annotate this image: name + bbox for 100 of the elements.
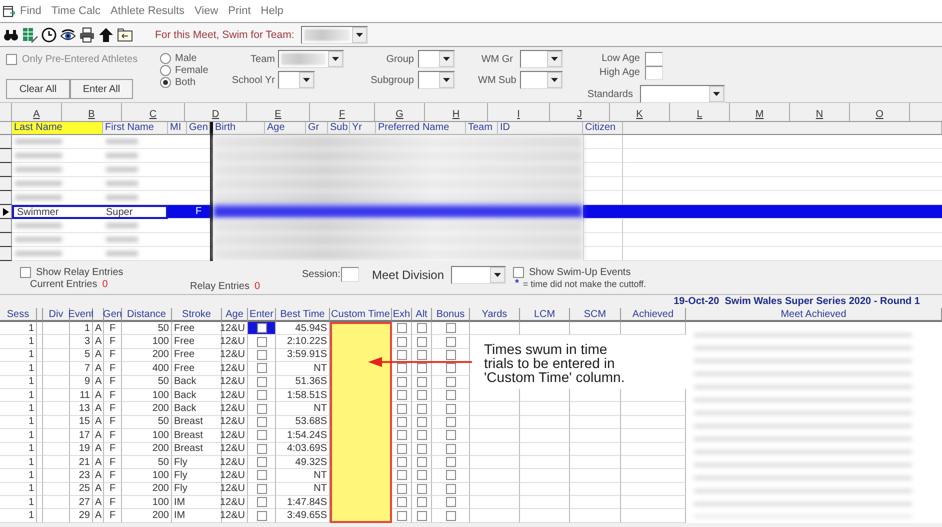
column-header[interactable]: Citizen [583,122,623,135]
checkbox[interactable] [256,457,266,468]
column-letter[interactable]: H [452,109,460,120]
row-selector[interactable] [0,233,12,247]
checkbox[interactable] [256,323,266,334]
menu-item[interactable]: Print [223,5,256,17]
standards-dropdown[interactable] [640,85,725,103]
checkbox[interactable] [416,497,426,508]
checkbox[interactable] [446,416,456,427]
wm-subgroup-dropdown[interactable] [520,71,563,89]
meet-division-dropdown[interactable] [451,266,506,284]
checkbox[interactable] [446,376,456,387]
checkbox[interactable] [396,363,406,374]
column-header[interactable]: Preferred Name [376,122,466,135]
checkbox[interactable] [446,404,456,414]
column-letter[interactable]: G [396,109,404,120]
checkbox[interactable] [256,390,266,400]
column-header[interactable]: Birth [213,122,265,135]
radio-button[interactable] [160,76,171,88]
column-letter[interactable]: A [33,109,40,120]
low-age-field[interactable] [645,52,663,66]
checkbox[interactable] [446,350,456,360]
checkbox[interactable] [396,323,406,334]
checkbox[interactable] [256,484,266,494]
checkbox[interactable] [396,416,406,427]
checkbox[interactable] [256,363,266,374]
checkbox[interactable] [6,54,17,65]
checkbox[interactable] [416,416,426,427]
group-dropdown[interactable] [418,50,455,68]
column-header[interactable]: Last Name [12,122,103,135]
checkbox[interactable] [256,510,266,521]
checkbox[interactable] [446,497,456,508]
checkbox[interactable] [396,336,406,347]
checkbox[interactable] [416,336,426,347]
radio-button[interactable] [160,52,171,64]
radio-button[interactable] [160,64,171,76]
checkbox[interactable] [256,430,266,440]
checkbox[interactable] [256,336,266,347]
checkbox[interactable] [513,267,524,278]
checkbox[interactable] [416,350,426,360]
checkbox[interactable] [446,336,456,347]
column-header[interactable]: Stroke [172,308,222,322]
checkbox[interactable] [446,430,456,440]
team-dropdown[interactable] [301,26,368,44]
column-header[interactable]: Custom Time [330,308,392,322]
folder-icon[interactable] [117,26,133,42]
checkbox[interactable] [446,323,456,334]
menu-item[interactable]: View [190,5,224,17]
checkbox[interactable] [396,457,406,468]
school-year-dropdown[interactable] [278,71,315,89]
checkbox[interactable] [256,497,266,508]
checkbox[interactable] [416,457,426,468]
checkbox[interactable] [256,350,266,360]
column-header[interactable]: Best Time [276,308,330,322]
column-letter[interactable]: B [88,109,95,120]
column-header[interactable]: Meet Achieved [686,308,942,322]
checkbox[interactable] [396,390,406,400]
row-selector[interactable] [0,191,12,205]
checkbox[interactable] [396,444,406,454]
checkbox[interactable] [396,404,406,414]
column-letter[interactable]: F [338,109,346,120]
checkbox[interactable] [416,510,426,521]
checkbox[interactable] [416,444,426,454]
checkbox[interactable] [396,497,406,508]
column-header[interactable]: Bonus [432,308,470,322]
column-header[interactable]: Gen [104,308,122,322]
column-letter[interactable]: O [876,109,884,120]
column-letter[interactable]: E [274,109,282,120]
column-letter[interactable]: C [149,109,157,120]
column-header[interactable]: Sess [0,308,37,322]
menu-item[interactable]: Athlete Results [106,5,190,17]
column-letter[interactable]: N [816,109,824,120]
team-filter-dropdown[interactable] [278,50,344,68]
checkbox[interactable] [446,470,456,480]
column-letter[interactable]: J [577,109,582,120]
subgroup-dropdown[interactable] [418,71,455,89]
column-header[interactable]: Yards [470,308,520,322]
eye-icon[interactable] [60,26,76,42]
checkbox[interactable] [416,390,426,400]
column-header[interactable]: Achieved [621,308,686,322]
column-letter[interactable]: I [517,109,520,120]
checkbox[interactable] [396,350,406,360]
row-selector[interactable] [0,219,12,233]
menu-item[interactable]: Time Calc [46,5,106,17]
up-arrow-icon[interactable] [98,26,114,42]
session-field[interactable] [341,267,360,282]
high-age-field[interactable] [645,66,663,80]
checkbox[interactable] [446,444,456,454]
clear-all-button[interactable]: Clear All [6,79,70,99]
column-header[interactable]: Team [466,122,498,135]
column-header[interactable]: ID [498,122,583,135]
checkbox[interactable] [256,404,266,414]
column-header[interactable]: Yr [350,122,376,135]
column-header[interactable]: MI [168,122,187,135]
checkbox[interactable] [416,323,426,334]
column-letter[interactable]: L [696,109,702,120]
row-selector[interactable] [0,135,12,149]
column-header[interactable]: Age [265,122,306,135]
checkbox[interactable] [416,404,426,414]
checkbox[interactable] [396,376,406,387]
